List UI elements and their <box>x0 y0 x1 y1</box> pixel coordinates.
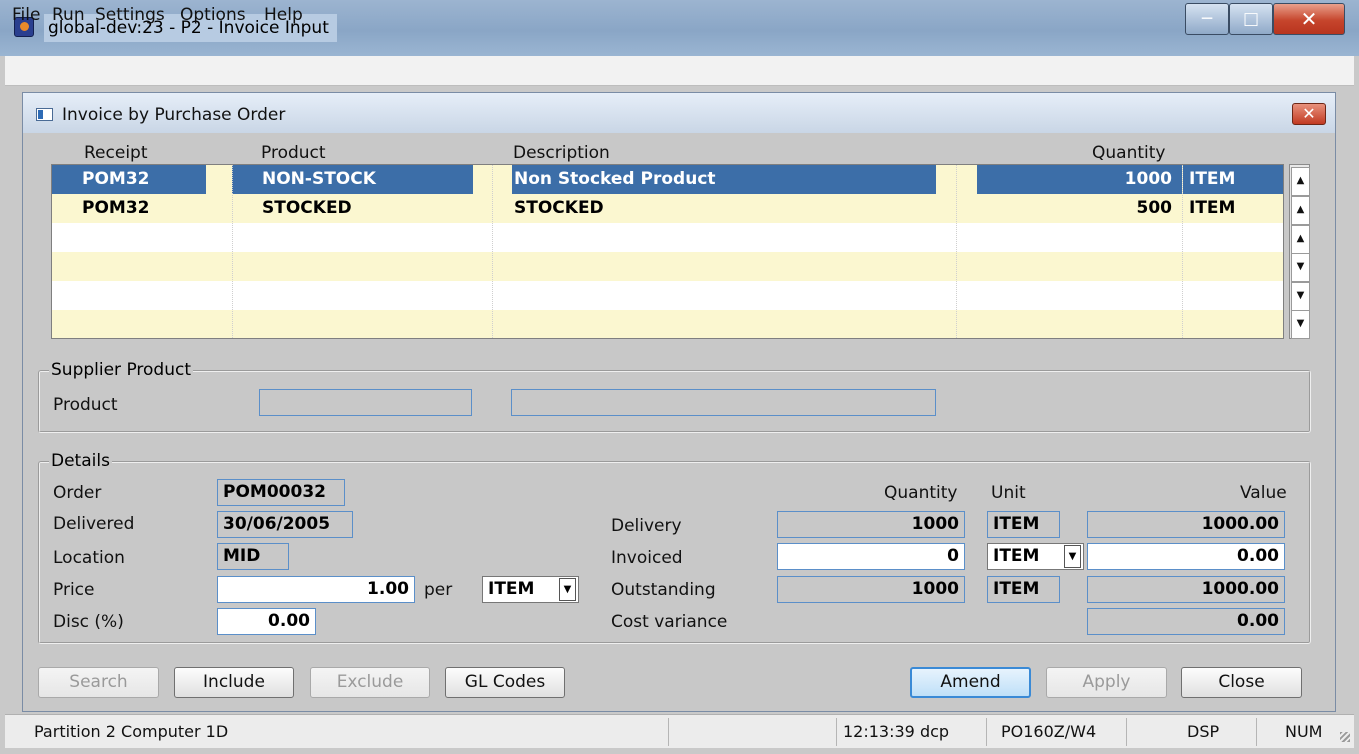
close-icon: ✕ <box>1300 7 1318 31</box>
scroll-last-icon[interactable]: ▼ <box>1291 310 1310 339</box>
cost-variance-field[interactable]: 0.00 <box>1087 608 1285 635</box>
menu-file[interactable]: File <box>12 2 40 28</box>
chevron-down-icon[interactable]: ▼ <box>559 578 576 601</box>
gl-codes-button[interactable]: GL Codes <box>445 667 565 698</box>
supplier-product-code-field[interactable] <box>259 389 472 416</box>
minimize-icon: ─ <box>1201 9 1213 29</box>
details-title: Details <box>49 449 112 473</box>
cell-receipt: POM32 <box>52 165 206 194</box>
delivered-label: Delivered <box>53 514 135 534</box>
column-header-quantity[interactable]: Quantity <box>1092 141 1165 165</box>
cell-unit: ITEM <box>1189 198 1236 218</box>
price-input[interactable]: 1.00 <box>217 576 415 603</box>
supplier-product-title: Supplier Product <box>49 358 193 382</box>
per-label: per <box>424 580 453 600</box>
status-partition: Partition 2 Computer 1D <box>34 722 229 741</box>
order-label: Order <box>53 483 102 503</box>
menu-help[interactable]: Help <box>264 2 303 28</box>
location-field[interactable]: MID <box>217 543 289 570</box>
include-button[interactable]: Include <box>174 667 294 698</box>
search-button[interactable]: Search <box>38 667 159 698</box>
scroll-down-icon[interactable]: ▼ <box>1291 253 1310 282</box>
menu-bar <box>5 56 1354 86</box>
invoiced-label: Invoiced <box>611 548 683 568</box>
outstanding-quantity-field[interactable]: 1000 <box>777 576 965 603</box>
scroll-page-down-icon[interactable]: ▼ <box>1291 282 1310 311</box>
grid-divider <box>1182 165 1183 338</box>
apply-button[interactable]: Apply <box>1046 667 1167 698</box>
cell-unit: ITEM <box>1183 165 1283 194</box>
menu-options[interactable]: Options <box>180 2 246 28</box>
grid-divider <box>232 165 233 338</box>
exclude-button[interactable]: Exclude <box>310 667 430 698</box>
form-icon <box>36 108 53 121</box>
menu-settings[interactable]: Settings <box>95 2 165 28</box>
invoiced-unit-value: ITEM <box>993 546 1040 566</box>
status-program: PO160Z/W4 <box>986 718 1126 746</box>
cell-description: STOCKED <box>514 198 604 218</box>
quantity-header: Quantity <box>884 483 958 503</box>
grid-divider <box>492 165 493 338</box>
status-num: NUM <box>1256 718 1336 746</box>
resize-grip-icon[interactable] <box>1336 728 1350 742</box>
maximize-button[interactable]: □ <box>1229 3 1273 35</box>
status-time-user: 12:13:39 dcp <box>836 718 986 746</box>
amend-button[interactable]: Amend <box>910 667 1031 698</box>
minimize-button[interactable]: ─ <box>1185 3 1229 35</box>
disc-label: Disc (%) <box>53 612 124 632</box>
scroll-up-icon[interactable]: ▲ <box>1291 225 1310 254</box>
delivery-quantity-field[interactable]: 1000 <box>777 511 965 538</box>
table-row[interactable]: POM32 STOCKED STOCKED 500 ITEM <box>52 194 1283 223</box>
location-label: Location <box>53 548 125 568</box>
outstanding-value-field[interactable]: 1000.00 <box>1087 576 1285 603</box>
supplier-product-description-field[interactable] <box>511 389 936 416</box>
delivery-unit-field[interactable]: ITEM <box>987 511 1060 538</box>
table-row[interactable] <box>52 252 1283 281</box>
delivery-value-field[interactable]: 1000.00 <box>1087 511 1285 538</box>
column-header-description[interactable]: Description <box>513 141 610 165</box>
delivered-date-field[interactable]: 30/06/2005 <box>217 511 353 538</box>
receipt-lines-grid[interactable]: POM32 NON-STOCK Non Stocked Product 1000… <box>51 164 1284 339</box>
table-row[interactable]: POM32 NON-STOCK Non Stocked Product 1000… <box>52 165 1283 194</box>
cell-description: Non Stocked Product <box>512 165 936 194</box>
discount-input[interactable]: 0.00 <box>217 608 316 635</box>
close-icon: ✕ <box>1302 104 1316 123</box>
close-window-button[interactable]: ✕ <box>1273 3 1345 35</box>
scroll-first-icon[interactable]: ▲ <box>1291 167 1310 196</box>
chevron-down-icon[interactable]: ▼ <box>1064 545 1081 568</box>
column-header-product[interactable]: Product <box>261 141 326 165</box>
grid-scrollbar[interactable]: ▲ ▲ ▲ ▼ ▼ ▼ <box>1289 164 1310 339</box>
outstanding-label: Outstanding <box>611 580 716 600</box>
maximize-icon: □ <box>1242 9 1260 29</box>
scroll-page-up-icon[interactable]: ▲ <box>1291 196 1310 225</box>
column-header-receipt[interactable]: Receipt <box>84 141 148 165</box>
menu-run[interactable]: Run <box>52 2 85 28</box>
dialog-close-button[interactable]: ✕ <box>1292 103 1326 125</box>
table-row[interactable] <box>52 310 1283 338</box>
supplier-product-label: Product <box>53 395 118 415</box>
cell-product: STOCKED <box>262 198 352 218</box>
unit-header: Unit <box>991 483 1026 503</box>
outstanding-unit-field[interactable]: ITEM <box>987 576 1060 603</box>
table-row[interactable] <box>52 281 1283 310</box>
grid-divider <box>956 165 957 338</box>
status-mode: DSP <box>1126 718 1256 746</box>
table-row[interactable] <box>52 223 1283 252</box>
cell-quantity: 500 <box>1136 198 1173 218</box>
close-button[interactable]: Close <box>1181 667 1302 698</box>
status-spacer <box>668 718 836 746</box>
order-field[interactable]: POM00032 <box>217 479 345 506</box>
dialog-title: Invoice by Purchase Order <box>62 105 286 125</box>
cell-quantity: 1000 <box>977 165 1182 194</box>
price-unit-value: ITEM <box>488 579 535 599</box>
invoiced-value-input[interactable]: 0.00 <box>1087 543 1285 570</box>
price-label: Price <box>53 580 95 600</box>
cell-product: NON-STOCK <box>232 165 473 194</box>
cost-variance-label: Cost variance <box>611 612 728 632</box>
value-header: Value <box>1240 483 1287 503</box>
cell-receipt: POM32 <box>82 198 150 218</box>
invoiced-quantity-input[interactable]: 0 <box>777 543 965 570</box>
delivery-label: Delivery <box>611 516 682 536</box>
